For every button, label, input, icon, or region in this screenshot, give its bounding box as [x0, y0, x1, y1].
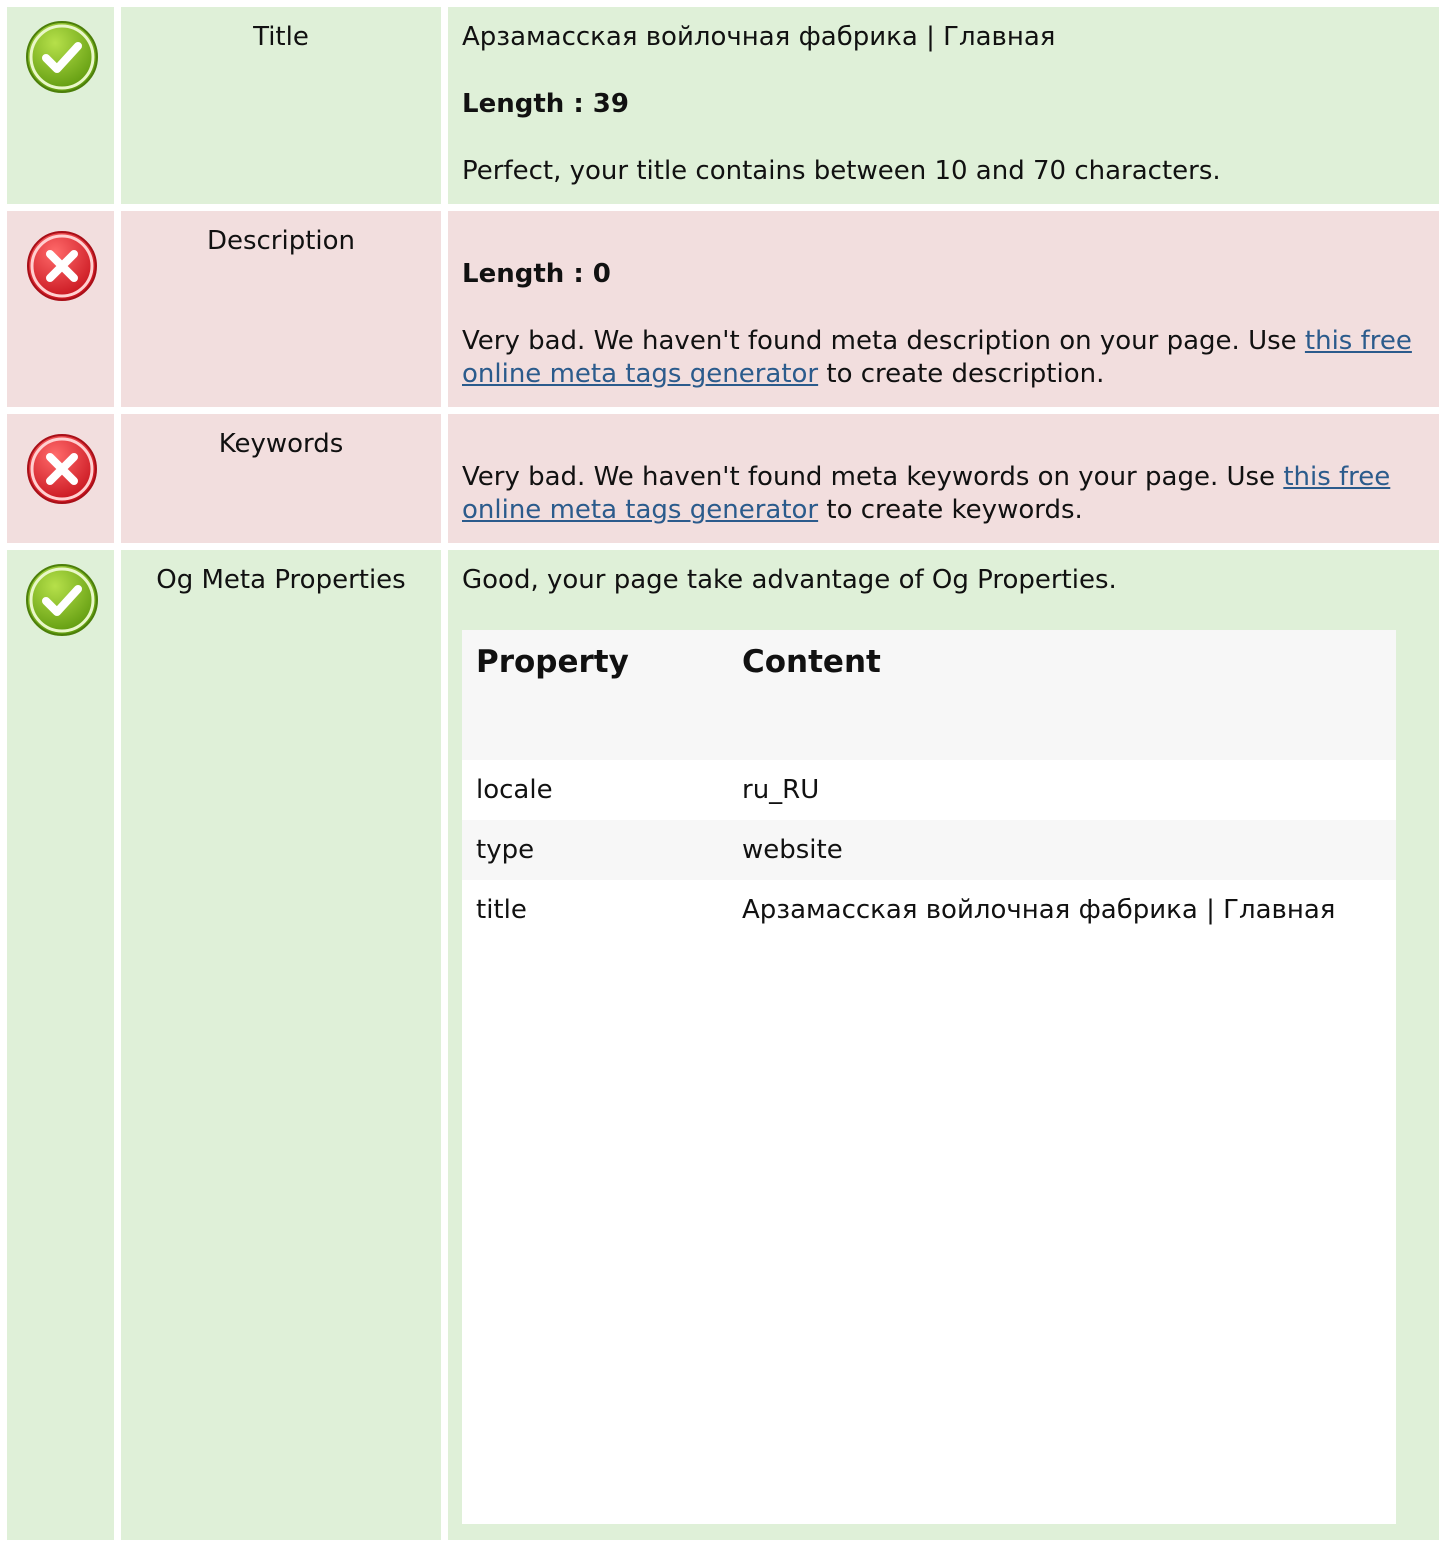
status-cell — [7, 7, 114, 204]
cross-icon — [27, 231, 97, 301]
row-content: Арзамасская войлочная фабрика | Главная … — [448, 7, 1439, 204]
og-message: Good, your page take advantage of Og Pro… — [462, 565, 1117, 595]
description-message: Very bad. We haven't found meta descript… — [462, 325, 1425, 391]
row-label: Title — [121, 7, 441, 204]
seo-row-title: Title Арзамасская войлочная фабрика | Гл… — [7, 7, 1439, 204]
status-cell — [7, 414, 114, 543]
keywords-message-text: Very bad. We haven't found meta keywords… — [462, 462, 1284, 492]
check-icon — [26, 564, 98, 636]
row-label: Og Meta Properties — [121, 550, 441, 1540]
table-row: locale ru_RU — [462, 760, 1396, 820]
description-length: Length : 0 — [462, 259, 611, 289]
row-content: Length : 0 Very bad. We haven't found me… — [448, 211, 1439, 407]
og-content-cell: website — [728, 820, 1396, 880]
keywords-message-tail: to create keywords. — [818, 495, 1083, 525]
og-header-property: Property — [462, 630, 728, 760]
check-icon — [26, 21, 98, 93]
seo-row-keywords: Keywords Very bad. We haven't found meta… — [7, 414, 1439, 543]
og-property-cell: title — [462, 880, 728, 940]
seo-row-og: Og Meta Properties Good, your page take … — [7, 550, 1439, 1540]
row-label: Description — [121, 211, 441, 407]
description-message-text: Very bad. We haven't found meta descript… — [462, 326, 1305, 356]
og-header-content: Content — [728, 630, 1396, 760]
title-value: Арзамасская войлочная фабрика | Главная — [462, 22, 1056, 52]
row-label: Keywords — [121, 414, 441, 543]
title-length: Length : 39 — [462, 89, 629, 119]
og-table-header: Property Content — [462, 630, 1396, 760]
og-table-filler — [462, 940, 1396, 1524]
og-content-cell: Арзамасская войлочная фабрика | Главная — [728, 880, 1396, 940]
cross-icon — [27, 434, 97, 504]
og-content-cell: ru_RU — [728, 760, 1396, 820]
row-content: Very bad. We haven't found meta keywords… — [448, 414, 1439, 543]
status-cell — [7, 211, 114, 407]
og-properties-table: Property Content locale ru_RU type websi… — [462, 630, 1396, 1524]
table-row: title Арзамасская войлочная фабрика | Гл… — [462, 880, 1396, 940]
table-row: type website — [462, 820, 1396, 880]
seo-report-table: Title Арзамасская войлочная фабрика | Гл… — [0, 0, 1446, 1547]
og-property-cell: type — [462, 820, 728, 880]
seo-row-description: Description Length : 0 Very bad. We have… — [7, 211, 1439, 407]
description-message-tail: to create description. — [818, 359, 1105, 389]
status-cell — [7, 550, 114, 1540]
title-message: Perfect, your title contains between 10 … — [462, 156, 1221, 186]
og-property-cell: locale — [462, 760, 728, 820]
row-content: Good, your page take advantage of Og Pro… — [448, 550, 1439, 1540]
keywords-message: Very bad. We haven't found meta keywords… — [462, 461, 1425, 527]
